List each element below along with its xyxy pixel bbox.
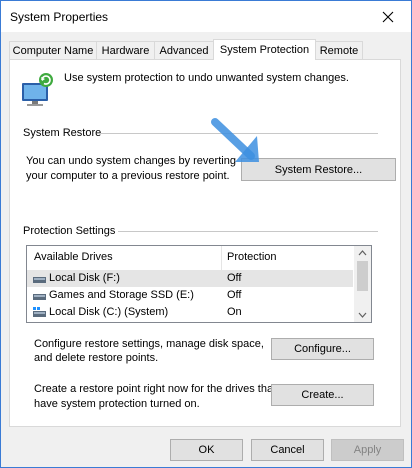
- tab-label: Computer Name: [12, 45, 94, 57]
- tab-strip: Computer Name Hardware Advanced System P…: [9, 39, 403, 60]
- drive-row[interactable]: Local Disk (C:) (System) On: [27, 304, 353, 321]
- system-restore-desc-line2: your computer to a previous restore poin…: [26, 170, 230, 182]
- system-restore-button-label: System Restore...: [274, 163, 363, 176]
- drives-list[interactable]: Available Drives Protection Local Disk (…: [26, 245, 372, 323]
- ok-button-label: OK: [198, 444, 215, 456]
- tab-label: Hardware: [101, 45, 150, 57]
- close-icon: [382, 11, 394, 22]
- system-protection-panel: [9, 59, 401, 427]
- drive-row[interactable]: Local Disk (F:) Off: [27, 270, 353, 287]
- column-header-protection[interactable]: Protection: [227, 251, 277, 263]
- title-bar: System Properties: [1, 1, 411, 32]
- column-separator: [221, 246, 222, 270]
- drive-name: Local Disk (C:) (System): [49, 306, 169, 318]
- system-restore-heading: System Restore: [23, 127, 102, 139]
- protection-settings-heading: Protection Settings: [23, 225, 116, 237]
- drive-protection: On: [227, 306, 242, 318]
- tab-label: Advanced: [159, 45, 209, 57]
- drive-protection: Off: [227, 289, 242, 301]
- configure-button-label: Configure...: [294, 343, 351, 355]
- drive-icon: [33, 277, 46, 283]
- tab-label: System Protection: [219, 44, 310, 56]
- section-divider: [118, 231, 378, 232]
- apply-button-label: Apply: [353, 444, 382, 456]
- arrow-pointer-icon: [211, 118, 259, 162]
- window-title: System Properties: [10, 10, 109, 24]
- cancel-button-label: Cancel: [270, 444, 305, 456]
- system-properties-window: System Properties Computer Name Hardware…: [0, 0, 412, 468]
- close-button[interactable]: [365, 1, 411, 32]
- drive-name: Games and Storage SSD (E:): [49, 289, 194, 301]
- scroll-up-icon[interactable]: [358, 250, 367, 256]
- intro-text: Use system protection to undo unwanted s…: [64, 72, 349, 84]
- cancel-button[interactable]: Cancel: [251, 439, 324, 461]
- system-protection-icon: [22, 73, 53, 106]
- configure-text-line2: and delete restore points.: [34, 352, 159, 364]
- tab-label: Remote: [319, 45, 359, 57]
- configure-text-line1: Configure restore settings, manage disk …: [34, 338, 264, 350]
- create-button-label: Create...: [301, 389, 344, 401]
- drive-name: Local Disk (F:): [49, 272, 120, 284]
- drive-icon: [33, 294, 46, 300]
- tab-advanced[interactable]: Advanced: [154, 41, 214, 59]
- create-text-line2: have system protection turned on.: [34, 398, 200, 410]
- scroll-down-icon[interactable]: [358, 312, 367, 318]
- apply-button[interactable]: Apply: [331, 439, 404, 461]
- tab-hardware[interactable]: Hardware: [96, 41, 155, 59]
- tab-remote[interactable]: Remote: [315, 41, 363, 59]
- system-drive-icon: [33, 307, 46, 317]
- create-button[interactable]: Create...: [271, 384, 374, 406]
- vertical-scrollbar[interactable]: [354, 246, 371, 322]
- tab-computer-name[interactable]: Computer Name: [9, 41, 97, 59]
- tab-system-protection[interactable]: System Protection: [213, 39, 316, 60]
- drive-protection: Off: [227, 272, 242, 284]
- create-text-line1: Create a restore point right now for the…: [34, 383, 277, 395]
- ok-button[interactable]: OK: [170, 439, 243, 461]
- configure-button[interactable]: Configure...: [271, 338, 374, 360]
- system-restore-desc-line1: You can undo system changes by reverting: [26, 155, 236, 167]
- column-header-drives[interactable]: Available Drives: [34, 251, 113, 263]
- drives-list-header: Available Drives Protection: [27, 246, 353, 271]
- drive-row[interactable]: Games and Storage SSD (E:) Off: [27, 287, 353, 304]
- scrollbar-thumb[interactable]: [357, 261, 368, 291]
